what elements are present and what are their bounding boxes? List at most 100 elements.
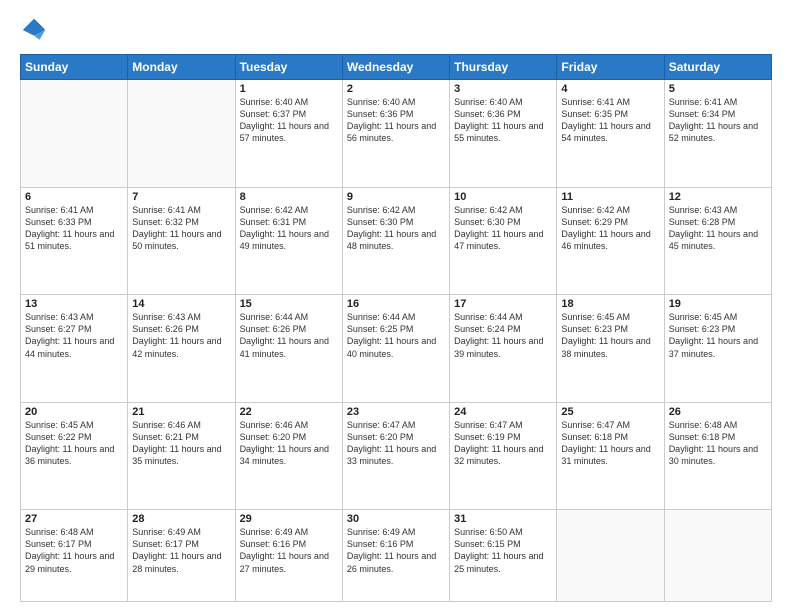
day-info: Sunrise: 6:40 AM Sunset: 6:36 PM Dayligh… (454, 96, 552, 145)
day-number: 29 (240, 513, 338, 525)
calendar-cell: 10Sunrise: 6:42 AM Sunset: 6:30 PM Dayli… (450, 187, 557, 295)
calendar-header-sunday: Sunday (21, 55, 128, 80)
day-number: 28 (132, 513, 230, 525)
calendar-cell: 12Sunrise: 6:43 AM Sunset: 6:28 PM Dayli… (664, 187, 771, 295)
calendar-cell: 14Sunrise: 6:43 AM Sunset: 6:26 PM Dayli… (128, 295, 235, 403)
day-info: Sunrise: 6:41 AM Sunset: 6:34 PM Dayligh… (669, 96, 767, 145)
day-info: Sunrise: 6:42 AM Sunset: 6:30 PM Dayligh… (347, 204, 445, 253)
day-number: 3 (454, 83, 552, 95)
day-number: 20 (25, 406, 123, 418)
day-info: Sunrise: 6:49 AM Sunset: 6:17 PM Dayligh… (132, 526, 230, 575)
day-info: Sunrise: 6:47 AM Sunset: 6:20 PM Dayligh… (347, 419, 445, 468)
calendar-cell: 20Sunrise: 6:45 AM Sunset: 6:22 PM Dayli… (21, 402, 128, 510)
calendar-header-friday: Friday (557, 55, 664, 80)
day-number: 26 (669, 406, 767, 418)
day-info: Sunrise: 6:45 AM Sunset: 6:23 PM Dayligh… (669, 311, 767, 360)
day-number: 25 (561, 406, 659, 418)
day-number: 10 (454, 191, 552, 203)
day-info: Sunrise: 6:47 AM Sunset: 6:18 PM Dayligh… (561, 419, 659, 468)
day-number: 6 (25, 191, 123, 203)
day-number: 12 (669, 191, 767, 203)
calendar-cell: 27Sunrise: 6:48 AM Sunset: 6:17 PM Dayli… (21, 510, 128, 602)
calendar-week-2: 13Sunrise: 6:43 AM Sunset: 6:27 PM Dayli… (21, 295, 772, 403)
calendar-cell: 25Sunrise: 6:47 AM Sunset: 6:18 PM Dayli… (557, 402, 664, 510)
calendar-table: SundayMondayTuesdayWednesdayThursdayFrid… (20, 54, 772, 602)
calendar-cell: 15Sunrise: 6:44 AM Sunset: 6:26 PM Dayli… (235, 295, 342, 403)
calendar-cell: 9Sunrise: 6:42 AM Sunset: 6:30 PM Daylig… (342, 187, 449, 295)
calendar-cell: 19Sunrise: 6:45 AM Sunset: 6:23 PM Dayli… (664, 295, 771, 403)
calendar-week-3: 20Sunrise: 6:45 AM Sunset: 6:22 PM Dayli… (21, 402, 772, 510)
day-number: 31 (454, 513, 552, 525)
calendar-cell (128, 80, 235, 188)
day-info: Sunrise: 6:42 AM Sunset: 6:30 PM Dayligh… (454, 204, 552, 253)
day-info: Sunrise: 6:49 AM Sunset: 6:16 PM Dayligh… (240, 526, 338, 575)
day-info: Sunrise: 6:45 AM Sunset: 6:22 PM Dayligh… (25, 419, 123, 468)
calendar-header-wednesday: Wednesday (342, 55, 449, 80)
calendar-header-thursday: Thursday (450, 55, 557, 80)
day-info: Sunrise: 6:43 AM Sunset: 6:28 PM Dayligh… (669, 204, 767, 253)
calendar-cell: 29Sunrise: 6:49 AM Sunset: 6:16 PM Dayli… (235, 510, 342, 602)
logo-icon (20, 16, 48, 44)
day-info: Sunrise: 6:48 AM Sunset: 6:18 PM Dayligh… (669, 419, 767, 468)
day-info: Sunrise: 6:44 AM Sunset: 6:26 PM Dayligh… (240, 311, 338, 360)
calendar-cell: 1Sunrise: 6:40 AM Sunset: 6:37 PM Daylig… (235, 80, 342, 188)
calendar-cell (21, 80, 128, 188)
day-info: Sunrise: 6:46 AM Sunset: 6:20 PM Dayligh… (240, 419, 338, 468)
day-info: Sunrise: 6:41 AM Sunset: 6:33 PM Dayligh… (25, 204, 123, 253)
calendar-cell: 31Sunrise: 6:50 AM Sunset: 6:15 PM Dayli… (450, 510, 557, 602)
calendar-cell: 2Sunrise: 6:40 AM Sunset: 6:36 PM Daylig… (342, 80, 449, 188)
day-number: 21 (132, 406, 230, 418)
day-info: Sunrise: 6:45 AM Sunset: 6:23 PM Dayligh… (561, 311, 659, 360)
calendar-cell (557, 510, 664, 602)
calendar-cell: 24Sunrise: 6:47 AM Sunset: 6:19 PM Dayli… (450, 402, 557, 510)
calendar-cell: 28Sunrise: 6:49 AM Sunset: 6:17 PM Dayli… (128, 510, 235, 602)
day-number: 8 (240, 191, 338, 203)
calendar-cell (664, 510, 771, 602)
day-number: 5 (669, 83, 767, 95)
calendar-cell: 11Sunrise: 6:42 AM Sunset: 6:29 PM Dayli… (557, 187, 664, 295)
calendar-cell: 16Sunrise: 6:44 AM Sunset: 6:25 PM Dayli… (342, 295, 449, 403)
calendar-header-monday: Monday (128, 55, 235, 80)
calendar-cell: 22Sunrise: 6:46 AM Sunset: 6:20 PM Dayli… (235, 402, 342, 510)
calendar-cell: 23Sunrise: 6:47 AM Sunset: 6:20 PM Dayli… (342, 402, 449, 510)
header (20, 16, 772, 44)
logo (20, 16, 52, 44)
day-number: 13 (25, 298, 123, 310)
calendar-cell: 18Sunrise: 6:45 AM Sunset: 6:23 PM Dayli… (557, 295, 664, 403)
day-info: Sunrise: 6:46 AM Sunset: 6:21 PM Dayligh… (132, 419, 230, 468)
day-number: 27 (25, 513, 123, 525)
day-number: 11 (561, 191, 659, 203)
calendar-week-0: 1Sunrise: 6:40 AM Sunset: 6:37 PM Daylig… (21, 80, 772, 188)
day-number: 4 (561, 83, 659, 95)
day-number: 7 (132, 191, 230, 203)
day-info: Sunrise: 6:44 AM Sunset: 6:25 PM Dayligh… (347, 311, 445, 360)
calendar-cell: 5Sunrise: 6:41 AM Sunset: 6:34 PM Daylig… (664, 80, 771, 188)
calendar-week-1: 6Sunrise: 6:41 AM Sunset: 6:33 PM Daylig… (21, 187, 772, 295)
calendar-cell: 7Sunrise: 6:41 AM Sunset: 6:32 PM Daylig… (128, 187, 235, 295)
calendar-cell: 21Sunrise: 6:46 AM Sunset: 6:21 PM Dayli… (128, 402, 235, 510)
day-info: Sunrise: 6:40 AM Sunset: 6:37 PM Dayligh… (240, 96, 338, 145)
day-info: Sunrise: 6:48 AM Sunset: 6:17 PM Dayligh… (25, 526, 123, 575)
day-number: 16 (347, 298, 445, 310)
calendar-cell: 17Sunrise: 6:44 AM Sunset: 6:24 PM Dayli… (450, 295, 557, 403)
calendar-cell: 30Sunrise: 6:49 AM Sunset: 6:16 PM Dayli… (342, 510, 449, 602)
day-info: Sunrise: 6:41 AM Sunset: 6:35 PM Dayligh… (561, 96, 659, 145)
day-number: 9 (347, 191, 445, 203)
day-number: 30 (347, 513, 445, 525)
day-number: 22 (240, 406, 338, 418)
day-number: 2 (347, 83, 445, 95)
calendar-header-saturday: Saturday (664, 55, 771, 80)
day-info: Sunrise: 6:50 AM Sunset: 6:15 PM Dayligh… (454, 526, 552, 575)
page: SundayMondayTuesdayWednesdayThursdayFrid… (0, 0, 792, 612)
calendar-header-row: SundayMondayTuesdayWednesdayThursdayFrid… (21, 55, 772, 80)
day-info: Sunrise: 6:41 AM Sunset: 6:32 PM Dayligh… (132, 204, 230, 253)
calendar-cell: 6Sunrise: 6:41 AM Sunset: 6:33 PM Daylig… (21, 187, 128, 295)
day-info: Sunrise: 6:49 AM Sunset: 6:16 PM Dayligh… (347, 526, 445, 575)
day-info: Sunrise: 6:44 AM Sunset: 6:24 PM Dayligh… (454, 311, 552, 360)
day-number: 1 (240, 83, 338, 95)
calendar-cell: 8Sunrise: 6:42 AM Sunset: 6:31 PM Daylig… (235, 187, 342, 295)
day-number: 14 (132, 298, 230, 310)
day-number: 23 (347, 406, 445, 418)
day-info: Sunrise: 6:43 AM Sunset: 6:26 PM Dayligh… (132, 311, 230, 360)
day-info: Sunrise: 6:43 AM Sunset: 6:27 PM Dayligh… (25, 311, 123, 360)
